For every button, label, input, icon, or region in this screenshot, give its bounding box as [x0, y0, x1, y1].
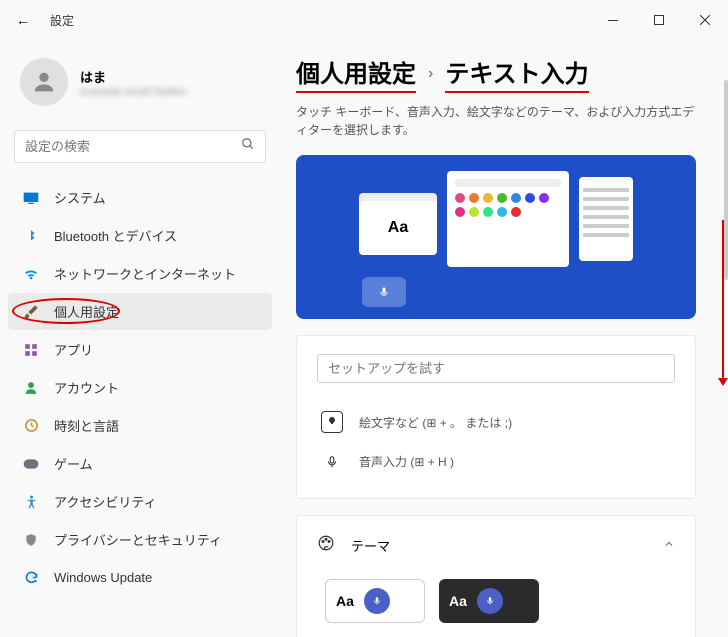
breadcrumb-current: テキスト入力	[445, 54, 588, 93]
privacy-icon	[22, 531, 40, 549]
sidebar-item-label: アプリ	[54, 340, 93, 359]
titlebar: ← 設定	[0, 0, 728, 40]
search-box[interactable]	[14, 130, 266, 163]
sidebar-item-label: アクセシビリティ	[54, 492, 157, 511]
voice-feature-row[interactable]: 音声入力 (⊞ + H )	[317, 443, 675, 480]
preview-emoji-panel	[447, 171, 569, 267]
sidebar-item-accessibility[interactable]: アクセシビリティ	[8, 483, 272, 520]
back-button[interactable]: ←	[8, 5, 38, 35]
sidebar-item-privacy[interactable]: プライバシーとセキュリティ	[8, 521, 272, 558]
time-icon	[22, 417, 40, 435]
system-icon	[22, 189, 40, 207]
breadcrumb-separator: ›	[428, 65, 433, 83]
game-icon	[22, 455, 40, 473]
sidebar-item-label: Windows Update	[54, 570, 152, 585]
close-button[interactable]	[682, 4, 728, 36]
profile[interactable]: はま example email hidden	[8, 50, 272, 122]
sidebar-item-game[interactable]: ゲーム	[8, 445, 272, 482]
emoji-dot	[469, 193, 479, 203]
emoji-feature-label: 絵文字など (⊞ + 。 または ;)	[359, 414, 512, 431]
emoji-dot	[455, 193, 465, 203]
sidebar-item-label: 時刻と言語	[54, 416, 119, 435]
update-icon	[22, 568, 40, 586]
avatar	[20, 58, 68, 106]
sidebar-item-update[interactable]: Windows Update	[8, 559, 272, 595]
sidebar-item-label: プライバシーとセキュリティ	[54, 530, 222, 549]
theme-tile-aa: Aa	[449, 593, 467, 609]
palette-icon	[317, 534, 335, 557]
minimize-button[interactable]	[590, 4, 636, 36]
sidebar-item-label: ゲーム	[54, 454, 93, 473]
emoji-feature-row[interactable]: 絵文字など (⊞ + 。 または ;)	[317, 401, 675, 443]
setup-card: 絵文字など (⊞ + 。 または ;) 音声入力 (⊞ + H )	[296, 335, 696, 499]
preview-voice-button	[362, 277, 406, 307]
main-content: 個人用設定 › テキスト入力 タッチ キーボード、音声入力、絵文字などのテーマ、…	[280, 40, 728, 637]
maximize-button[interactable]	[636, 4, 682, 36]
sidebar-item-label: システム	[54, 188, 106, 207]
account-icon	[22, 379, 40, 397]
chevron-up-icon	[663, 537, 675, 555]
breadcrumb: 個人用設定 › テキスト入力	[296, 54, 696, 93]
theme-card[interactable]: テーマ Aa Aa	[296, 515, 696, 637]
page-subtitle: タッチ キーボード、音声入力、絵文字などのテーマ、および入力方式エディターを選択…	[296, 103, 696, 139]
mic-icon	[364, 588, 390, 614]
bluetooth-icon	[22, 227, 40, 245]
emoji-dot	[539, 193, 549, 203]
sidebar-item-bluetooth[interactable]: Bluetooth とデバイス	[8, 217, 272, 254]
sidebar-item-label: アカウント	[54, 378, 119, 397]
theme-tile-light[interactable]: Aa	[325, 579, 425, 623]
apps-icon	[22, 341, 40, 359]
search-input[interactable]	[25, 139, 241, 154]
theme-tile-dark[interactable]: Aa	[439, 579, 539, 623]
window-controls	[590, 4, 728, 36]
sidebar-item-apps[interactable]: アプリ	[8, 331, 272, 368]
accessibility-icon	[22, 493, 40, 511]
search-icon	[241, 137, 255, 156]
profile-name: はま	[80, 67, 187, 86]
mic-icon	[321, 454, 343, 470]
sidebar-item-time[interactable]: 時刻と言語	[8, 407, 272, 444]
voice-feature-label: 音声入力 (⊞ + H )	[359, 453, 454, 470]
scrollbar[interactable]	[724, 80, 728, 280]
emoji-dot	[511, 193, 521, 203]
emoji-dot	[469, 207, 479, 217]
sidebar: はま example email hidden システム Bluetooth とデ…	[0, 40, 280, 637]
emoji-dot	[497, 193, 507, 203]
emoji-icon	[321, 411, 343, 433]
emoji-dot	[483, 193, 493, 203]
sidebar-item-system[interactable]: システム	[8, 179, 272, 216]
annotation-scroll-arrow	[722, 220, 724, 380]
emoji-dot	[511, 207, 521, 217]
emoji-dot	[525, 193, 535, 203]
sidebar-item-account[interactable]: アカウント	[8, 369, 272, 406]
theme-tile-aa: Aa	[336, 593, 354, 609]
theme-label: テーマ	[351, 536, 647, 555]
breadcrumb-parent[interactable]: 個人用設定	[296, 54, 416, 93]
sidebar-item-label: 個人用設定	[54, 302, 119, 321]
emoji-dot	[497, 207, 507, 217]
mic-icon	[477, 588, 503, 614]
window-title: 設定	[50, 12, 74, 29]
setup-input[interactable]	[317, 354, 675, 383]
preview-keyboard: Aa	[359, 193, 437, 255]
profile-email: example email hidden	[80, 86, 187, 98]
sidebar-item-brush[interactable]: 個人用設定	[8, 293, 272, 330]
emoji-dot	[455, 207, 465, 217]
sidebar-item-wifi[interactable]: ネットワークとインターネット	[8, 255, 272, 292]
wifi-icon	[22, 265, 40, 283]
emoji-dot	[483, 207, 493, 217]
sidebar-item-label: ネットワークとインターネット	[54, 264, 236, 283]
sidebar-item-label: Bluetooth とデバイス	[54, 226, 177, 245]
preview-panel: Aa	[296, 155, 696, 319]
preview-ime-panel	[579, 177, 633, 261]
brush-icon	[22, 303, 40, 321]
